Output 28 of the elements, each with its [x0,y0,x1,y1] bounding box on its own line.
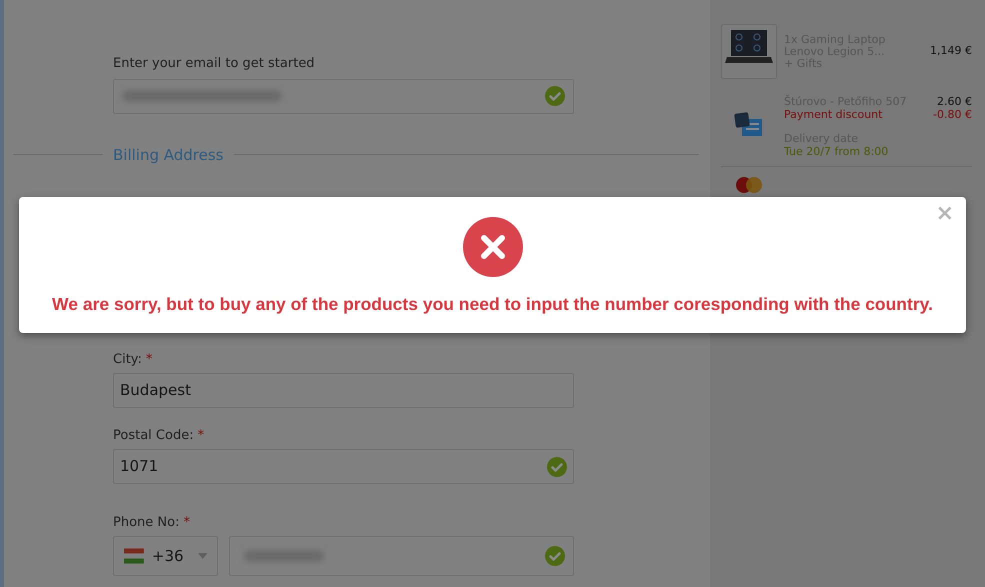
caret-icon [198,553,207,559]
delivery-date: Tue 20/7 from 8:00 [784,145,890,158]
card-logo-icon [736,177,762,193]
field-label: City: [113,352,142,368]
required-mark: * [146,352,152,368]
flag-icon [124,548,144,564]
discount-label: Payment discount [784,108,882,121]
required-mark: * [198,428,204,444]
email-field[interactable] [113,78,574,114]
section-heading: Billing Address [112,144,224,166]
field-label: Postal Code: [113,428,194,444]
text-field[interactable]: Budapest [113,373,574,408]
country-code-select[interactable]: +36 [113,536,218,576]
required-mark: * [183,515,190,531]
field-label: Phone No: [113,515,180,531]
checkmark-icon [545,546,565,566]
text-field[interactable]: 1071 [113,449,574,484]
laptop-thumbnail-icon [721,24,777,79]
discount-amount: -0.80 € [933,108,972,121]
error-icon [462,217,522,277]
delivery-price: 2.60 € [937,95,972,108]
delivery-point-icon [734,111,764,137]
error-message: We are sorry, but to buy any of the products you need to input the number coresponding with the country. [52,293,933,316]
phone-field[interactable] [229,536,574,576]
checkmark-icon [545,86,565,106]
product-price: 1,149 € [930,43,972,60]
field-label: Enter your email to get started [113,56,315,71]
checkmark-icon [547,456,567,476]
